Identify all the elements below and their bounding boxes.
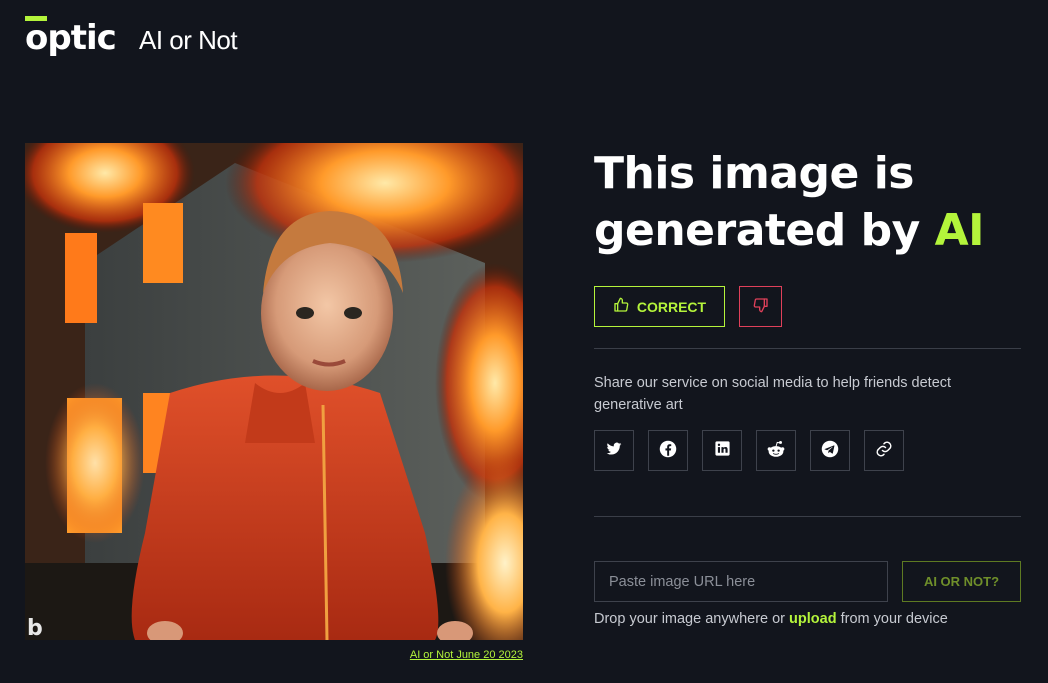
social-share-row bbox=[594, 430, 904, 471]
image-watermark: b bbox=[27, 616, 43, 640]
twitter-icon bbox=[606, 441, 622, 461]
incorrect-button[interactable] bbox=[739, 286, 782, 327]
reddit-icon bbox=[766, 440, 786, 462]
analyzed-image: b bbox=[25, 143, 523, 640]
divider bbox=[594, 348, 1021, 349]
header: optic AI or Not bbox=[25, 16, 238, 56]
optic-logo[interactable]: optic bbox=[25, 16, 129, 56]
product-name: AI or Not bbox=[139, 24, 238, 55]
image-caption-link[interactable]: AI or Not June 20 2023 bbox=[410, 649, 523, 661]
facebook-share-button[interactable] bbox=[648, 430, 688, 471]
thumbs-up-icon bbox=[613, 297, 629, 316]
linkedin-share-button[interactable] bbox=[702, 430, 742, 471]
correct-label: CORRECT bbox=[636, 298, 707, 315]
correct-button[interactable]: CORRECT bbox=[594, 286, 725, 327]
logo-text: optic bbox=[25, 18, 117, 58]
reddit-share-button[interactable] bbox=[756, 430, 796, 471]
telegram-icon bbox=[821, 440, 839, 462]
link-icon bbox=[875, 440, 893, 462]
share-text: Share our service on social media to hel… bbox=[594, 375, 952, 413]
linkedin-icon bbox=[714, 440, 731, 461]
copy-link-button[interactable] bbox=[864, 430, 904, 471]
ai-or-not-button[interactable]: AI OR NOT? bbox=[902, 561, 1021, 602]
image-url-input[interactable] bbox=[594, 561, 888, 602]
upload-link[interactable]: upload bbox=[789, 611, 837, 627]
facebook-icon bbox=[659, 440, 677, 462]
drop-upload-hint: Drop your image anywhere or upload from … bbox=[594, 611, 948, 627]
result-title-prefix: This image is generated by bbox=[594, 148, 920, 256]
drop-text-after: from your device bbox=[840, 611, 948, 627]
telegram-share-button[interactable] bbox=[810, 430, 850, 471]
result-title-highlight: AI bbox=[934, 205, 985, 256]
twitter-share-button[interactable] bbox=[594, 430, 634, 471]
divider bbox=[594, 516, 1021, 517]
thumbs-down-icon bbox=[753, 297, 769, 317]
result-title: This image is generated by AI bbox=[594, 145, 1024, 259]
drop-text-before: Drop your image anywhere or bbox=[594, 611, 786, 627]
